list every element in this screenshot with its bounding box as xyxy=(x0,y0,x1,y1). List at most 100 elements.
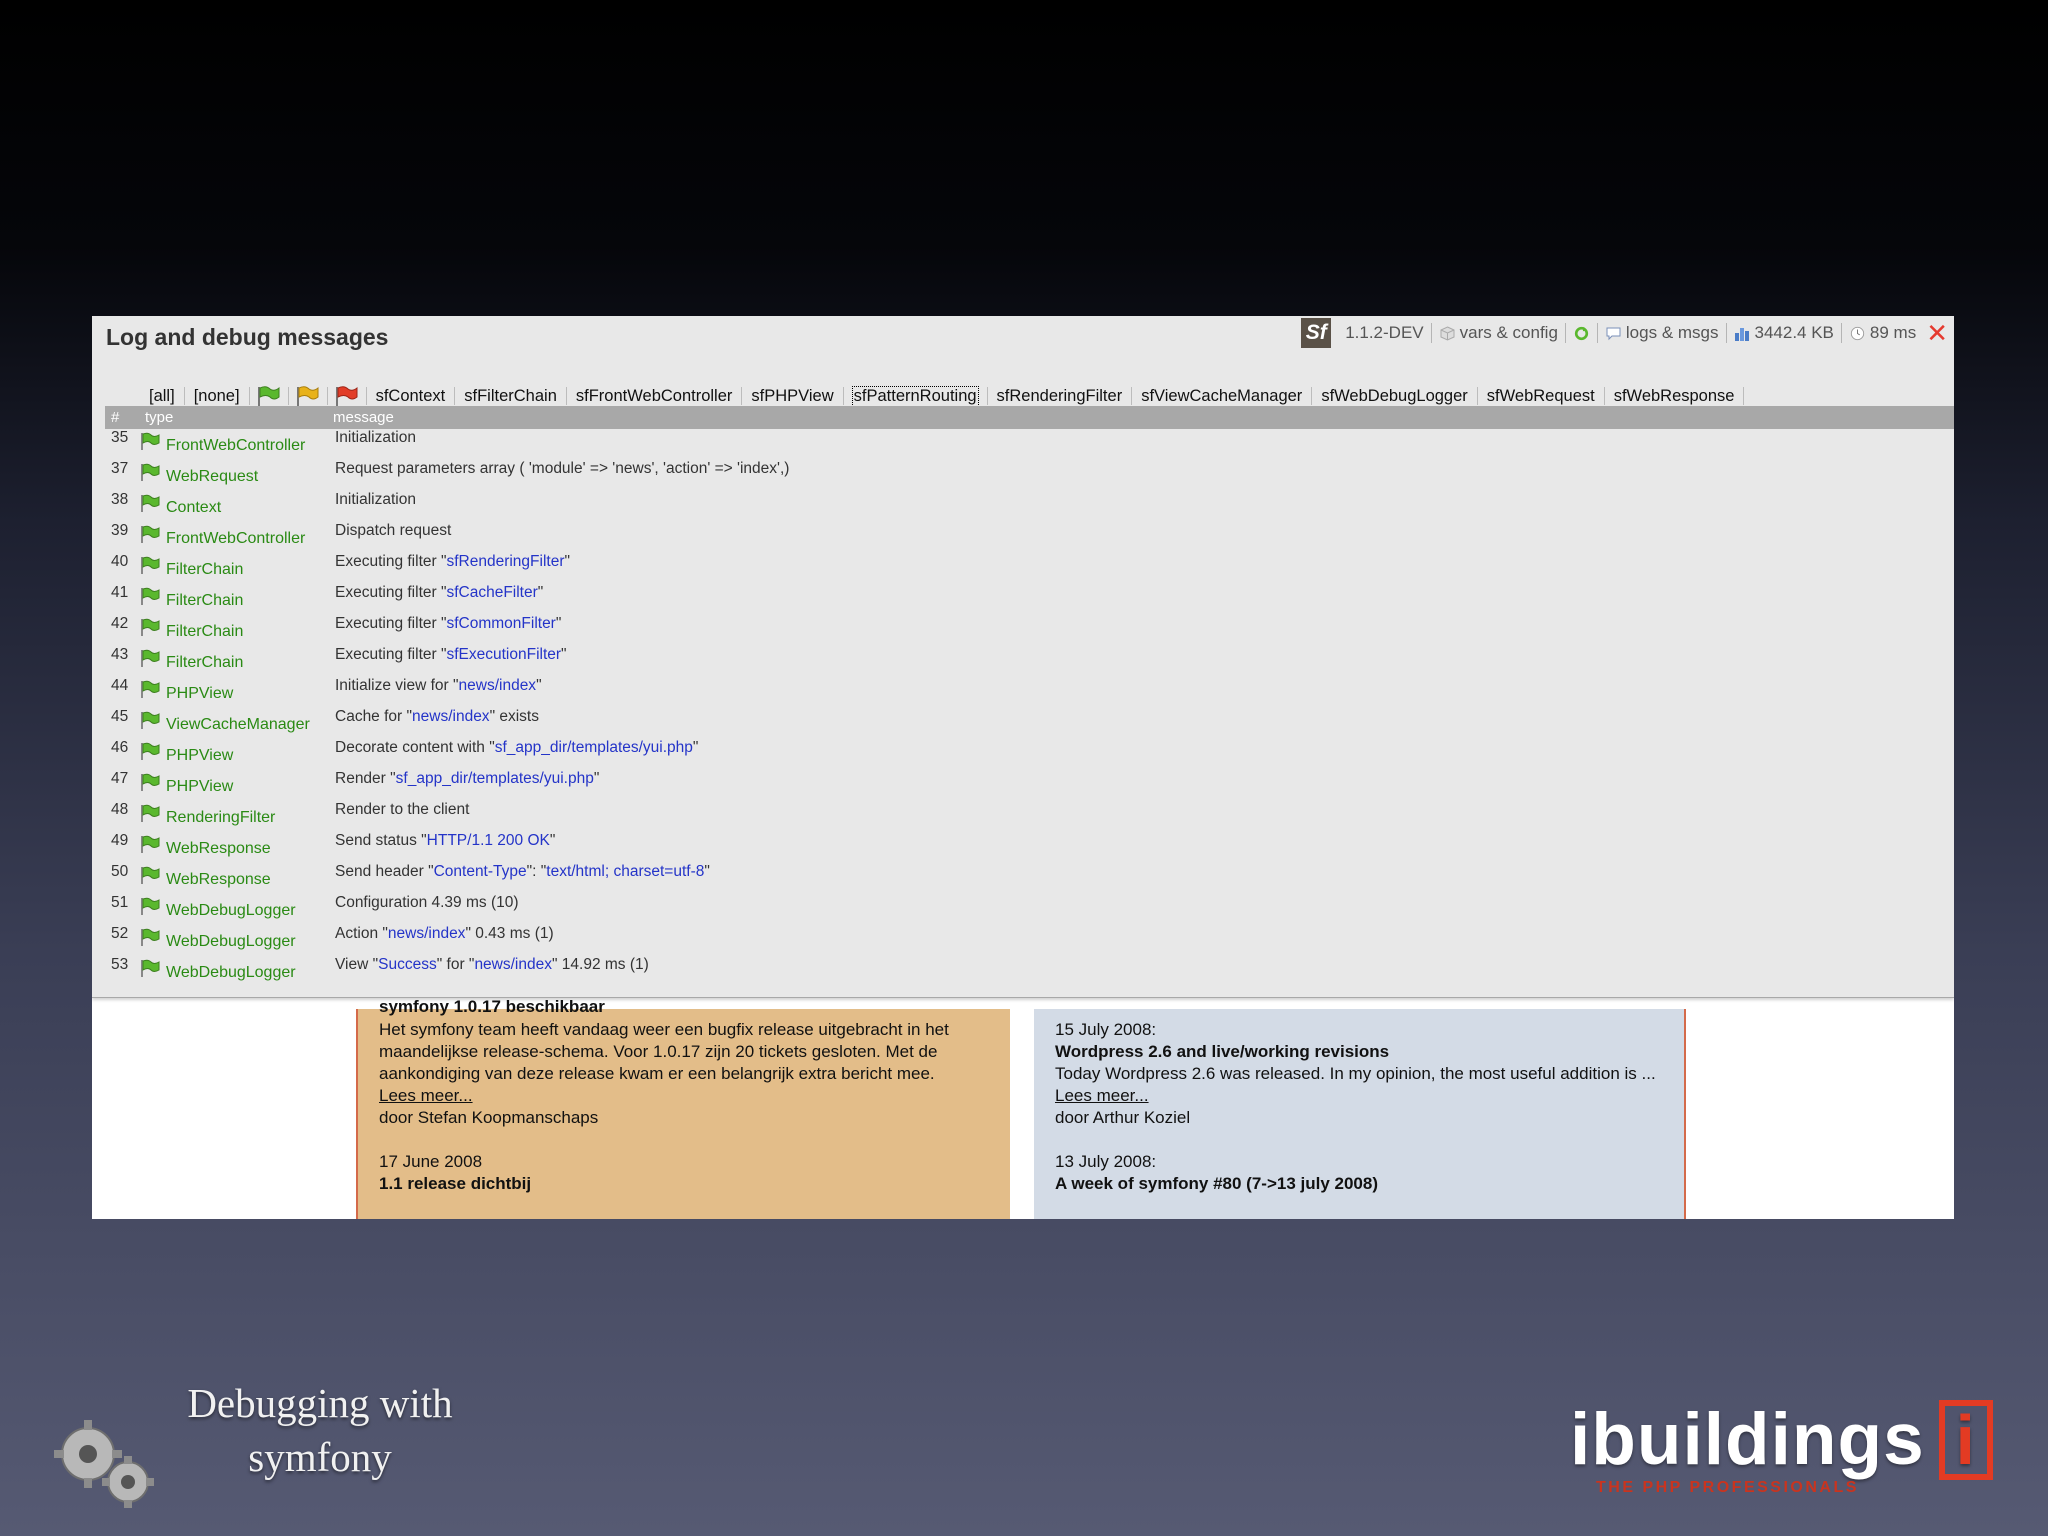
vars-config-button[interactable]: vars & config xyxy=(1439,323,1558,343)
screenshot-panel: Log and debug messages Sf 1.1.2-DEV vars… xyxy=(92,316,1954,1219)
log-row-number: 47 xyxy=(111,770,129,787)
log-row-type[interactable]: FrontWebController xyxy=(166,437,305,455)
news-left-heading[interactable]: 1.1 release dichtbij xyxy=(379,1173,999,1195)
clock-icon xyxy=(1850,326,1865,340)
filter-tab-sfwebresponse[interactable]: sfWebResponse xyxy=(1605,387,1744,406)
version-label: 1.1.2-DEV xyxy=(1345,323,1424,342)
message-text: " xyxy=(537,584,544,601)
time-indicator[interactable]: 89 ms xyxy=(1849,323,1916,343)
news-right-read-more-link[interactable]: Lees meer... xyxy=(1055,1085,1675,1107)
log-row-type[interactable]: FilterChain xyxy=(166,592,243,610)
log-row-type[interactable]: WebRequest xyxy=(166,468,258,486)
symfony-logo-icon[interactable]: Sf xyxy=(1301,318,1332,348)
bar-chart-icon xyxy=(1734,327,1749,341)
reload-icon[interactable] xyxy=(1573,326,1590,341)
news-right-heading2[interactable]: A week of symfony #80 (7->13 july 2008) xyxy=(1055,1173,1675,1195)
info-flag-icon xyxy=(141,463,160,481)
log-table-header: # type message xyxy=(105,406,1954,429)
news-left-date: 17 June 2008 xyxy=(379,1152,483,1171)
log-row-type[interactable]: PHPView xyxy=(166,747,233,765)
log-row: 35 FrontWebController Initialization xyxy=(105,429,1954,460)
filter-tab-sfwebrequest[interactable]: sfWebRequest xyxy=(1478,387,1604,406)
filter-tab-sfpatternrouting[interactable]: sfPatternRouting xyxy=(851,385,979,407)
news-left-read-more-link[interactable]: Lees meer... xyxy=(379,1085,999,1107)
info-flag-icon xyxy=(141,742,160,760)
message-text: Dispatch request xyxy=(335,522,452,539)
news-right-heading[interactable]: Wordpress 2.6 and live/working revisions xyxy=(1055,1041,1675,1063)
filter-tab-sfviewcachemanager[interactable]: sfViewCacheManager xyxy=(1132,387,1311,406)
filter-tab-sffilterchain[interactable]: sfFilterChain xyxy=(455,387,566,406)
filter-tab-sfwebdebuglogger[interactable]: sfWebDebugLogger xyxy=(1312,387,1476,406)
log-row-type-cell: PHPView xyxy=(139,739,327,770)
log-row-type-cell: FilterChain xyxy=(139,646,327,677)
log-row-message: Send status "HTTP/1.1 200 OK" xyxy=(327,832,1954,863)
log-row-type[interactable]: FilterChain xyxy=(166,654,243,672)
log-row: 52 WebDebugLogger Action "news/index" 0.43… xyxy=(105,925,1954,956)
log-row-type-cell: ViewCacheManager xyxy=(139,708,327,739)
log-row-message: Action "news/index" 0.43 ms (1) xyxy=(327,925,1954,956)
info-flag-icon xyxy=(141,649,160,667)
info-flag-icon xyxy=(141,494,160,512)
log-row-type[interactable]: WebDebugLogger xyxy=(166,964,296,982)
news-column-right: 15 July 2008: Wordpress 2.6 and live/wor… xyxy=(1034,1009,1686,1219)
log-row-message: Decorate content with "sf_app_dir/templa… xyxy=(327,739,1954,770)
log-row-type[interactable]: PHPView xyxy=(166,778,233,796)
filter-none[interactable]: [none] xyxy=(185,387,249,406)
filter-tab-sfphpview[interactable]: sfPHPView xyxy=(742,387,842,406)
error-flag-icon[interactable] xyxy=(328,385,366,407)
info-flag-icon[interactable] xyxy=(250,385,288,407)
close-icon[interactable]: ✕ xyxy=(1926,320,1948,346)
message-text: Initialize view for " xyxy=(335,677,459,694)
info-flag-icon xyxy=(141,587,160,605)
log-row-number: 42 xyxy=(111,615,129,632)
log-row-type[interactable]: Context xyxy=(166,499,221,517)
log-row-type[interactable]: WebDebugLogger xyxy=(166,933,296,951)
log-row-number: 44 xyxy=(111,677,129,694)
log-row-type-cell: PHPView xyxy=(139,770,327,801)
memory-indicator[interactable]: 3442.4 KB xyxy=(1734,323,1834,343)
log-row-type[interactable]: WebResponse xyxy=(166,840,271,858)
filter-all[interactable]: [all] xyxy=(140,387,184,406)
log-row-type[interactable]: FilterChain xyxy=(166,561,243,579)
message-text: View " xyxy=(335,956,379,973)
column-header-message: message xyxy=(327,406,1954,429)
brand-wordmark: ibuildings xyxy=(1570,1399,1925,1480)
message-text: " xyxy=(564,553,571,570)
brand-box-i: i xyxy=(1938,1399,1993,1480)
log-row: 49 WebResponse Send status "HTTP/1.1 200 O… xyxy=(105,832,1954,863)
slide-title-line2: symfony xyxy=(248,1434,392,1480)
memory-label: 3442.4 KB xyxy=(1754,323,1834,342)
log-row-number: 48 xyxy=(111,801,129,818)
log-row-type[interactable]: WebDebugLogger xyxy=(166,902,296,920)
log-row-number: 37 xyxy=(111,460,129,477)
log-row-type[interactable]: FrontWebController xyxy=(166,530,305,548)
warning-flag-icon[interactable] xyxy=(289,385,327,407)
log-row-number: 41 xyxy=(111,584,129,601)
log-row: 43 FilterChain Executing filter "sfExecuti… xyxy=(105,646,1954,677)
log-row: 37 WebRequest Request parameters array ( '… xyxy=(105,460,1954,491)
filter-tab-sfcontext[interactable]: sfContext xyxy=(367,387,455,406)
log-row: 42 FilterChain Executing filter "sfCommonF… xyxy=(105,615,1954,646)
message-text: " xyxy=(561,646,567,663)
log-row-type-cell: Context xyxy=(139,491,327,522)
log-row: 47 PHPView Render "sf_app_dir/templates/yu… xyxy=(105,770,1954,801)
filter-tab-sfrenderingfilter[interactable]: sfRenderingFilter xyxy=(988,387,1132,406)
log-row: 44 PHPView Initialize view for "news/index… xyxy=(105,677,1954,708)
log-row-type[interactable]: FilterChain xyxy=(166,623,243,641)
log-row-type[interactable]: ViewCacheManager xyxy=(166,716,310,734)
log-row-type[interactable]: WebResponse xyxy=(166,871,271,889)
log-row-type[interactable]: PHPView xyxy=(166,685,233,703)
news-right-date2: 13 July 2008: xyxy=(1055,1152,1157,1171)
info-flag-icon xyxy=(141,773,160,791)
filter-tab-sffrontwebcontroller[interactable]: sfFrontWebController xyxy=(567,387,742,406)
log-row-type-cell: FrontWebController xyxy=(139,522,327,553)
log-row-message: Render to the client xyxy=(327,801,1954,832)
info-flag-icon xyxy=(141,804,160,822)
log-row-type[interactable]: RenderingFilter xyxy=(166,809,275,827)
message-highlight: sfRenderingFilter xyxy=(446,553,565,570)
log-row-number: 49 xyxy=(111,832,129,849)
news-right-author: door Arthur Koziel xyxy=(1055,1108,1191,1127)
message-text: " for " xyxy=(436,956,475,973)
log-row-number: 46 xyxy=(111,739,129,756)
logs-msgs-button[interactable]: logs & msgs xyxy=(1605,323,1719,343)
